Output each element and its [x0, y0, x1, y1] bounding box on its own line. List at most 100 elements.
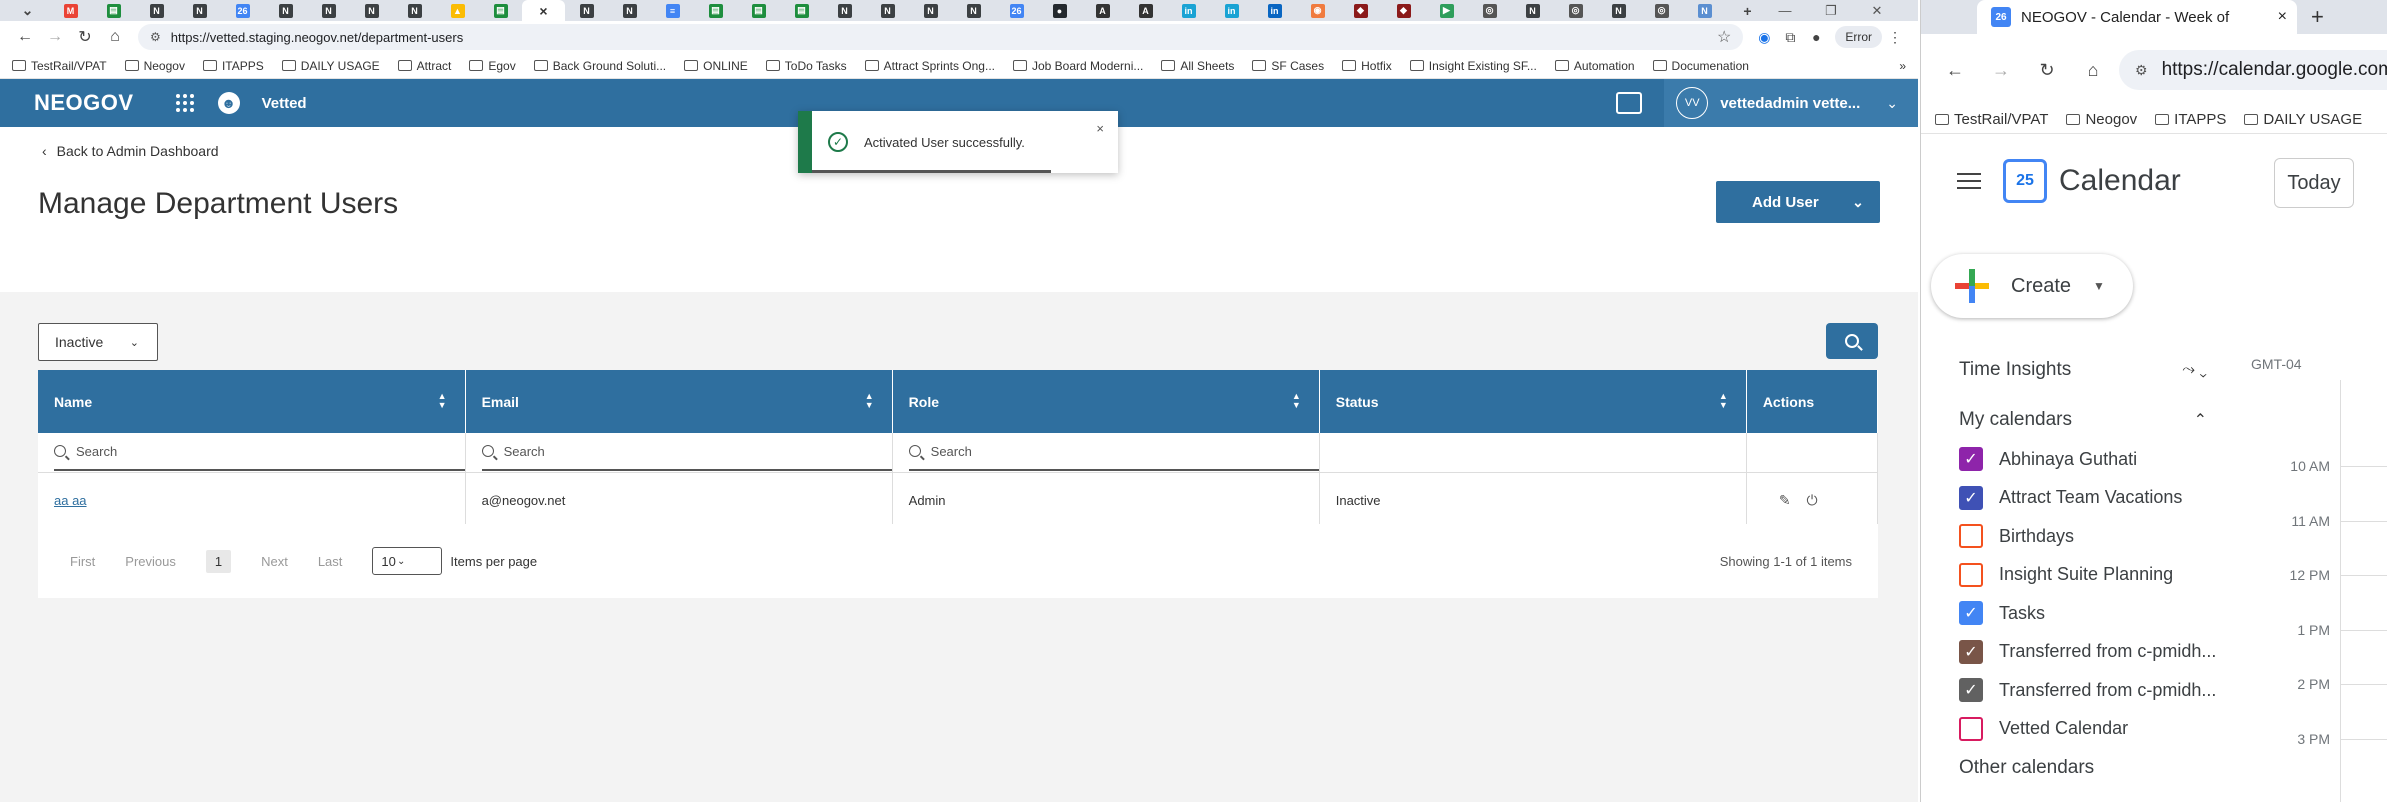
- tab-calendar[interactable]: 26 NEOGOV - Calendar - Week of ×: [1977, 0, 2297, 34]
- browser-tab[interactable]: N: [866, 0, 909, 21]
- edit-pencil-icon[interactable]: ✎: [1779, 492, 1791, 509]
- browser-tab[interactable]: N: [350, 0, 393, 21]
- close-icon[interactable]: ×: [537, 3, 551, 19]
- close-window-icon[interactable]: ✕: [1854, 3, 1900, 19]
- plus-icon[interactable]: +: [1741, 3, 1755, 19]
- bookmark-item[interactable]: Neogov: [2066, 111, 2137, 128]
- today-button[interactable]: Today: [2274, 158, 2354, 208]
- bookmark-star-icon[interactable]: ☆: [1717, 27, 1731, 47]
- browser-tab[interactable]: in: [1167, 0, 1210, 21]
- back-arrow-icon[interactable]: ←: [1935, 60, 1975, 81]
- bookmark-item[interactable]: Documenation: [1652, 59, 1749, 73]
- main-menu-icon[interactable]: [1957, 173, 1981, 189]
- previous-page-button[interactable]: Previous: [125, 554, 176, 569]
- forward-arrow-icon[interactable]: →: [40, 28, 70, 46]
- checkbox-checked[interactable]: ✓: [1959, 447, 1983, 472]
- bookmark-item[interactable]: Egov: [469, 59, 516, 73]
- add-user-button[interactable]: Add User ⌄: [1716, 181, 1880, 223]
- browser-tab[interactable]: ◆: [1339, 0, 1382, 21]
- browser-tab[interactable]: N: [909, 0, 952, 21]
- extension-icon[interactable]: ◉: [1751, 29, 1777, 46]
- browser-tab[interactable]: N: [565, 0, 608, 21]
- user-name-link[interactable]: aa aa: [54, 493, 87, 508]
- bookmark-item[interactable]: TestRail/VPAT: [12, 59, 107, 73]
- sort-icon[interactable]: ▲ ▼: [1719, 392, 1728, 410]
- browser-tab[interactable]: ◎: [1640, 0, 1683, 21]
- browser-tab[interactable]: ▤: [694, 0, 737, 21]
- browser-tab[interactable]: 26: [221, 0, 264, 21]
- back-arrow-icon[interactable]: ←: [10, 28, 40, 46]
- calendar-list-item[interactable]: ✓ Transferred from c-pmidh...: [1921, 671, 2221, 710]
- browser-tab[interactable]: N: [1597, 0, 1640, 21]
- bookmark-item[interactable]: Neogov: [124, 59, 185, 73]
- forward-arrow-icon[interactable]: →: [1981, 60, 2021, 81]
- browser-tab[interactable]: A: [1081, 0, 1124, 21]
- bookmark-item[interactable]: Job Board Moderni...: [1012, 59, 1143, 73]
- close-icon[interactable]: ×: [2278, 8, 2287, 26]
- site-info-icon[interactable]: ⚙: [2135, 62, 2148, 79]
- browser-tab[interactable]: ▤: [780, 0, 823, 21]
- browser-tab[interactable]: in: [1210, 0, 1253, 21]
- chat-icon[interactable]: [1616, 92, 1643, 114]
- column-header-role[interactable]: Role ▲ ▼: [892, 370, 1320, 433]
- status-filter-dropdown[interactable]: Inactive ⌄: [38, 323, 158, 361]
- calendar-list-item[interactable]: ✓ Tasks: [1921, 594, 2221, 633]
- browser-tab[interactable]: N: [1511, 0, 1554, 21]
- bookmark-item[interactable]: TestRail/VPAT: [1935, 111, 2048, 128]
- time-insights-header[interactable]: Time Insights ⤳ ⌄: [1921, 340, 2221, 400]
- bookmark-item[interactable]: Hotfix: [1342, 59, 1392, 73]
- browser-tab[interactable]: in: [1253, 0, 1296, 21]
- bookmark-item[interactable]: Attract Sprints Ong...: [864, 59, 995, 73]
- chevron-up-icon[interactable]: ⌃: [2194, 410, 2207, 430]
- tab-active[interactable]: ×: [522, 0, 565, 21]
- browser-tab[interactable]: ◉: [1296, 0, 1339, 21]
- sort-icon[interactable]: ▲ ▼: [438, 392, 447, 410]
- browser-tab[interactable]: ●: [1038, 0, 1081, 21]
- browser-tab[interactable]: ◆: [1382, 0, 1425, 21]
- next-page-button[interactable]: Next: [261, 554, 288, 569]
- other-calendars-header[interactable]: Other calendars: [1921, 748, 2221, 788]
- browser-tab[interactable]: ▤: [479, 0, 522, 21]
- bookmark-item[interactable]: Attract: [397, 59, 451, 73]
- sort-icon[interactable]: ▲ ▼: [1292, 392, 1301, 410]
- minimize-icon[interactable]: —: [1762, 3, 1808, 18]
- first-page-button[interactable]: First: [70, 554, 95, 569]
- checkbox-checked[interactable]: ✓: [1959, 678, 1983, 703]
- bookmark-item[interactable]: SF Cases: [1252, 59, 1324, 73]
- site-info-icon[interactable]: ⚙: [150, 30, 161, 44]
- last-page-button[interactable]: Last: [318, 554, 343, 569]
- bookmark-item[interactable]: ONLINE: [684, 59, 748, 73]
- email-search-input[interactable]: Search: [481, 433, 892, 472]
- browser-tab[interactable]: A: [1124, 0, 1167, 21]
- bookmark-item[interactable]: ITAPPS: [2155, 111, 2226, 128]
- browser-tab[interactable]: N: [952, 0, 995, 21]
- browser-tab[interactable]: N: [393, 0, 436, 21]
- checkbox-checked[interactable]: ✓: [1959, 485, 1983, 510]
- items-per-page-select[interactable]: 10 ⌄: [372, 547, 443, 575]
- browser-tab[interactable]: ◎: [1554, 0, 1597, 21]
- browser-tab[interactable]: ▤: [92, 0, 135, 21]
- search-button[interactable]: [1826, 323, 1878, 359]
- bookmark-item[interactable]: DAILY USAGE: [2244, 111, 2362, 128]
- column-header-status[interactable]: Status ▲ ▼: [1319, 370, 1747, 433]
- neogov-logo[interactable]: NEOGOV: [34, 90, 134, 116]
- browser-tab[interactable]: N: [264, 0, 307, 21]
- calendar-list-item[interactable]: ✓ Transferred from c-pmidh...: [1921, 633, 2221, 672]
- browser-tab[interactable]: ⌄: [6, 0, 49, 21]
- browser-tab[interactable]: ≡: [651, 0, 694, 21]
- browser-tab[interactable]: 26: [995, 0, 1038, 21]
- back-link[interactable]: ‹ Back to Admin Dashboard: [42, 143, 219, 159]
- restore-icon[interactable]: ❐: [1808, 3, 1854, 19]
- browser-tab[interactable]: ▲: [436, 0, 479, 21]
- browser-tab[interactable]: ▶: [1425, 0, 1468, 21]
- calendar-logo-icon[interactable]: 25: [2003, 159, 2047, 203]
- chevron-down-icon[interactable]: ⌄: [1836, 181, 1880, 223]
- calendar-list-item[interactable]: ✓ Abhinaya Guthati: [1921, 440, 2221, 479]
- reload-icon[interactable]: ↻: [2027, 60, 2067, 81]
- column-header-email[interactable]: Email ▲ ▼: [465, 370, 893, 433]
- browser-tab[interactable]: N: [178, 0, 221, 21]
- bookmark-item[interactable]: Automation: [1554, 59, 1635, 73]
- bookmark-item[interactable]: ToDo Tasks: [765, 59, 847, 73]
- my-calendars-header[interactable]: My calendars ⌃: [1921, 400, 2221, 440]
- name-search-input[interactable]: Search: [54, 433, 465, 472]
